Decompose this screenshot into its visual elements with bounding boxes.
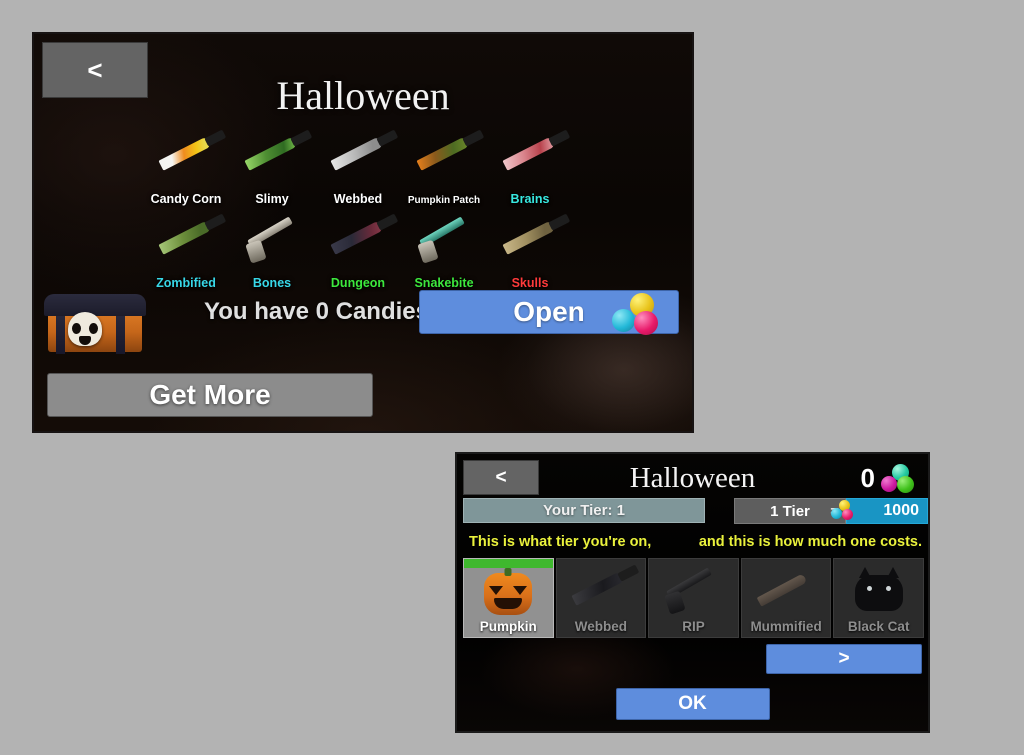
knife-icon	[150, 210, 222, 266]
get-more-button[interactable]: Get More	[47, 373, 373, 417]
crate-footer: You have 0 Candies Open Get More	[34, 278, 692, 431]
knife-icon	[150, 126, 222, 182]
crate-item-label: Slimy	[255, 192, 289, 206]
currency-balance: 0	[861, 463, 918, 494]
tier-cost-bar: 1 Tier = 1000	[734, 498, 928, 524]
tier-cost-label: 1 Tier	[770, 502, 810, 520]
tier-item-rip[interactable]: RIP	[648, 558, 739, 638]
screen: < Halloween Candy Corn Slimy Webbed Pump…	[0, 0, 1024, 755]
candy-cluster-icon	[880, 463, 918, 494]
crate-item-candy-corn[interactable]: Candy Corn	[144, 124, 228, 208]
tier-item-label: Webbed	[574, 619, 628, 634]
get-more-label: Get More	[149, 379, 271, 410]
crate-item-label: Pumpkin Patch	[407, 195, 481, 206]
tier-cost-label-box: 1 Tier =	[734, 498, 846, 524]
crate-item-grid: Candy Corn Slimy Webbed Pumpkin Patch Br…	[144, 124, 604, 292]
ok-button[interactable]: OK	[615, 688, 770, 720]
halloween-tier-window: < Halloween 0 Your Tier: 1 1 Tier =	[455, 452, 930, 733]
tier-item-label: Mummified	[750, 619, 822, 634]
tier-item-grid: Pumpkin Webbed RIP Mummified Black Cat	[463, 558, 924, 638]
knife-icon	[494, 126, 566, 182]
crate-item-webbed[interactable]: Webbed	[316, 124, 400, 208]
next-button-label: >	[838, 648, 850, 669]
tier-item-label: RIP	[682, 619, 705, 634]
tier-item-pumpkin[interactable]: Pumpkin	[463, 558, 554, 638]
halloween-crate-window: < Halloween Candy Corn Slimy Webbed Pump…	[32, 32, 694, 433]
knife-icon	[408, 126, 480, 182]
revolver-icon	[236, 210, 308, 266]
tier-item-webbed[interactable]: Webbed	[555, 558, 647, 638]
tier-item-label: Black Cat	[847, 619, 910, 634]
your-tier-label: Your Tier: 1	[543, 502, 625, 519]
crate-item-row: Candy Corn Slimy Webbed Pumpkin Patch Br…	[144, 124, 604, 208]
tier-item-label: Pumpkin	[479, 619, 537, 634]
candy-cluster-icon	[831, 500, 857, 522]
tier-window-title: Halloween	[629, 462, 756, 494]
knife-icon	[236, 126, 308, 182]
knife-icon	[322, 210, 394, 266]
ok-button-label: OK	[678, 693, 707, 714]
tier-hint-row: This is what tier you're on, and this is…	[457, 530, 928, 554]
candies-balance-text: You have 0 Candies	[204, 298, 429, 325]
tier-item-black-cat[interactable]: Black Cat	[833, 558, 924, 638]
crate-item-pumpkin-patch[interactable]: Pumpkin Patch	[402, 124, 486, 208]
tier-cost-value-box: 1000	[831, 498, 928, 524]
black-cat-icon	[834, 567, 923, 617]
halloween-chest-icon	[42, 290, 150, 354]
tier-item-mummified[interactable]: Mummified	[740, 558, 832, 638]
knife-icon	[494, 210, 566, 266]
crate-item-label: Candy Corn	[150, 192, 222, 206]
your-tier-bar: Your Tier: 1	[463, 498, 705, 523]
crate-item-label: Webbed	[333, 192, 383, 206]
revolver-icon	[408, 210, 480, 266]
crate-window-title: Halloween	[276, 73, 450, 118]
pumpkin-icon	[464, 567, 553, 617]
open-button-label: Open	[513, 296, 585, 327]
crate-item-label: Brains	[510, 192, 550, 206]
balance-amount: 0	[860, 463, 875, 493]
knife-icon	[557, 567, 646, 617]
next-page-button[interactable]: >	[766, 644, 922, 674]
mummy-knife-icon	[742, 567, 831, 617]
crate-item-brains[interactable]: Brains	[488, 124, 572, 208]
tier-cost-value: 1000	[883, 502, 919, 519]
revolver-icon	[649, 567, 738, 617]
candy-cluster-icon	[610, 289, 672, 337]
tier-hint-left: This is what tier you're on,	[469, 534, 652, 550]
crate-item-slimy[interactable]: Slimy	[230, 124, 314, 208]
tier-hint-right: and this is how much one costs.	[698, 534, 922, 550]
knife-icon	[322, 126, 394, 182]
open-crate-button[interactable]: Open	[419, 289, 679, 337]
